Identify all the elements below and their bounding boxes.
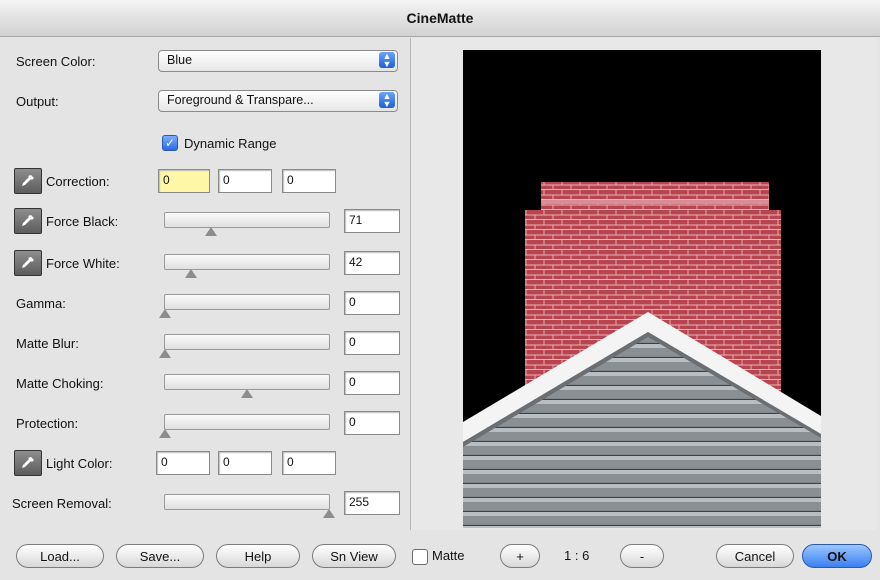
correction-field-2[interactable]: 0 xyxy=(218,169,272,193)
screen-removal-field[interactable]: 255 xyxy=(344,491,400,515)
matte-blur-label: Matte Blur: xyxy=(16,335,79,351)
matte-blur-row: Matte Blur: 0 xyxy=(6,330,406,358)
matte-choking-label: Matte Choking: xyxy=(16,375,104,391)
matte-label: Matte xyxy=(432,548,465,563)
screen-removal-label: Screen Removal: xyxy=(12,495,112,511)
matte-choking-field[interactable]: 0 xyxy=(344,371,400,395)
dynamic-range-row: ✓ Dynamic Range xyxy=(6,130,406,156)
light-color-row: Light Color: 0 0 0 xyxy=(6,450,406,476)
help-button[interactable]: Help xyxy=(216,544,300,568)
zoom-out-button[interactable]: - xyxy=(620,544,664,568)
force-black-label: Force Black: xyxy=(46,213,119,229)
cinematte-window: CineMatte Screen Color: Blue ▲ ▼ Output: … xyxy=(0,0,880,580)
screen-color-select[interactable]: Blue ▲ ▼ xyxy=(158,50,398,72)
slider-thumb[interactable] xyxy=(159,309,171,318)
force-black-row: Force Black: 71 xyxy=(6,208,406,236)
output-value: Foreground & Transpare... xyxy=(167,93,314,107)
settings-panel: Screen Color: Blue ▲ ▼ Output: Foreground… xyxy=(6,38,406,530)
matte-choking-row: Matte Choking: 0 xyxy=(6,370,406,398)
matte-choking-slider[interactable] xyxy=(164,374,330,398)
output-row: Output: Foreground & Transpare... ▲ ▼ xyxy=(6,88,406,114)
sn-view-button[interactable]: Sn View xyxy=(312,544,396,568)
screen-color-label: Screen Color: xyxy=(16,53,96,69)
protection-label: Protection: xyxy=(16,415,79,431)
dynamic-range-label: Dynamic Range xyxy=(184,135,277,151)
dynamic-range-checkbox[interactable]: ✓ xyxy=(162,135,178,151)
force-white-row: Force White: 42 xyxy=(6,250,406,278)
chimney-roof-photo xyxy=(463,50,821,528)
gamma-field[interactable]: 0 xyxy=(344,291,400,315)
save-button[interactable]: Save... xyxy=(116,544,204,568)
ok-button[interactable]: OK xyxy=(802,544,872,568)
force-white-field[interactable]: 42 xyxy=(344,251,400,275)
output-select[interactable]: Foreground & Transpare... ▲ ▼ xyxy=(158,90,398,112)
gamma-label: Gamma: xyxy=(16,295,66,311)
preview-area xyxy=(410,38,877,530)
slider-thumb[interactable] xyxy=(204,227,217,236)
output-label: Output: xyxy=(16,93,59,109)
matte-checkbox[interactable] xyxy=(412,549,428,565)
force-black-slider[interactable] xyxy=(164,212,330,236)
gamma-row: Gamma: 0 xyxy=(6,290,406,318)
zoom-in-button[interactable]: + xyxy=(500,544,540,568)
light-color-field-1[interactable]: 0 xyxy=(156,451,210,475)
correction-row: Correction: 0 0 0 xyxy=(6,168,406,194)
eyedropper-icon[interactable] xyxy=(14,450,42,476)
cancel-button[interactable]: Cancel xyxy=(716,544,794,568)
screen-removal-row: Screen Removal: 255 xyxy=(6,490,406,518)
matte-blur-field[interactable]: 0 xyxy=(344,331,400,355)
light-color-label: Light Color: xyxy=(46,455,113,471)
title-bar: CineMatte xyxy=(0,0,880,37)
slider-thumb[interactable] xyxy=(323,509,335,518)
zoom-level: 1 : 6 xyxy=(564,548,590,563)
force-white-slider[interactable] xyxy=(164,254,330,278)
protection-row: Protection: 0 xyxy=(6,410,406,438)
load-button[interactable]: Load... xyxy=(16,544,104,568)
protection-slider[interactable] xyxy=(159,414,330,438)
correction-label: Correction: xyxy=(46,173,110,189)
window-title: CineMatte xyxy=(406,10,474,26)
screen-removal-slider[interactable] xyxy=(164,494,335,518)
light-color-field-3[interactable]: 0 xyxy=(282,451,336,475)
protection-field[interactable]: 0 xyxy=(344,411,400,435)
select-arrows-icon: ▲ ▼ xyxy=(379,92,395,109)
eyedropper-icon[interactable] xyxy=(14,168,42,194)
force-white-label: Force White: xyxy=(46,255,120,271)
slider-thumb[interactable] xyxy=(159,349,171,358)
slider-thumb[interactable] xyxy=(241,389,253,398)
screen-color-row: Screen Color: Blue ▲ ▼ xyxy=(6,48,406,74)
correction-field-1[interactable]: 0 xyxy=(158,169,210,193)
force-black-field[interactable]: 71 xyxy=(344,209,400,233)
slider-thumb[interactable] xyxy=(185,269,198,278)
correction-field-3[interactable]: 0 xyxy=(282,169,336,193)
slider-thumb[interactable] xyxy=(159,429,171,438)
select-arrows-icon: ▲ ▼ xyxy=(379,52,395,69)
screen-color-value: Blue xyxy=(167,53,193,67)
eyedropper-icon[interactable] xyxy=(14,208,42,234)
matte-blur-slider[interactable] xyxy=(159,334,330,358)
eyedropper-icon[interactable] xyxy=(14,250,42,276)
preview-image[interactable] xyxy=(463,50,821,528)
light-color-field-2[interactable]: 0 xyxy=(218,451,272,475)
gamma-slider[interactable] xyxy=(159,294,330,318)
